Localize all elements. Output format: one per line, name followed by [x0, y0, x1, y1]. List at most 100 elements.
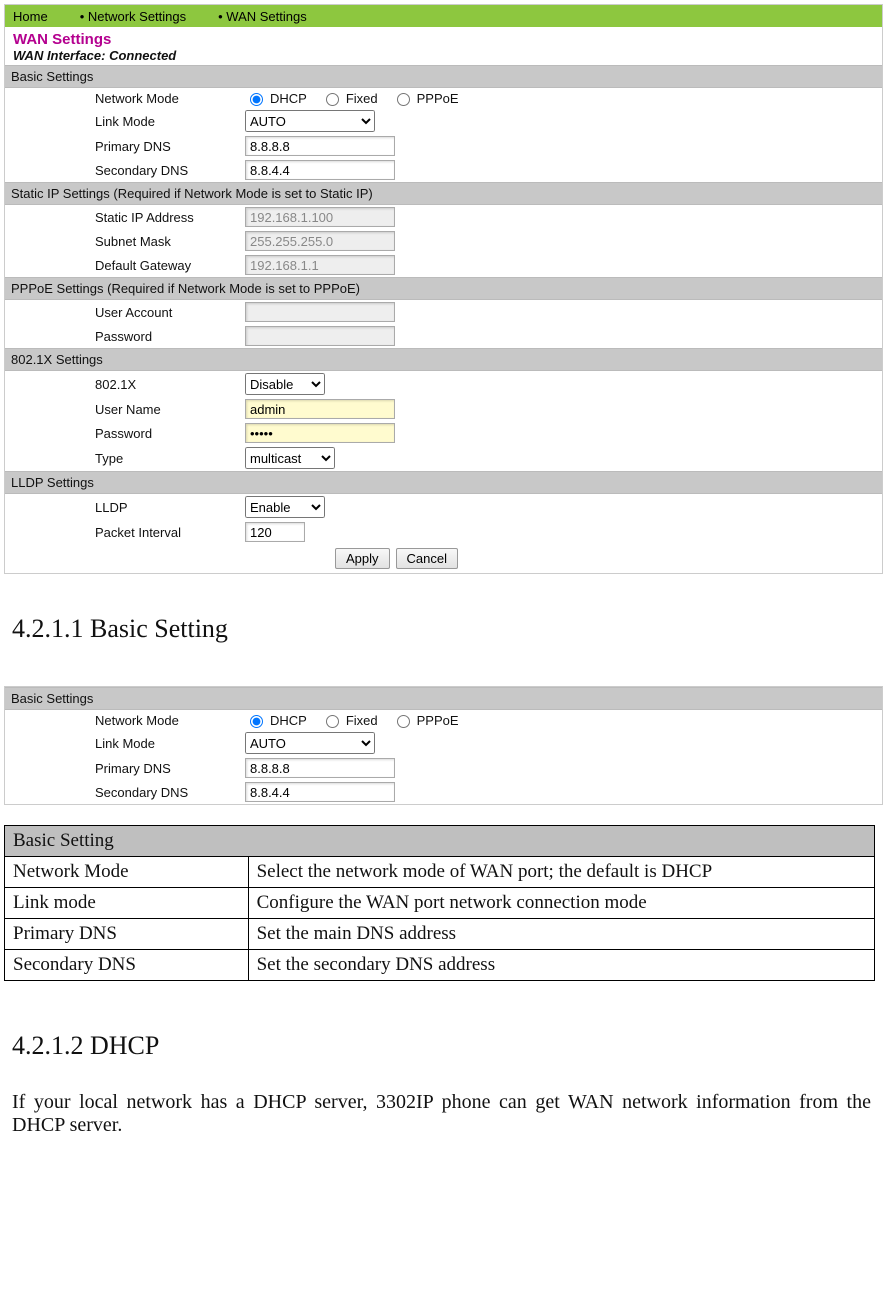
- label-lldp: LLDP: [5, 500, 245, 515]
- select-lldp[interactable]: Enable: [245, 496, 325, 518]
- row-8021x: 802.1X Disable: [5, 371, 882, 397]
- label-packet-interval: Packet Interval: [5, 525, 245, 540]
- config-panel: Home Network Settings WAN Settings WAN S…: [4, 4, 883, 574]
- label-8021x-password: Password: [5, 426, 245, 441]
- input-secondary-dns[interactable]: [245, 160, 395, 180]
- select-type[interactable]: multicast: [245, 447, 335, 469]
- label-user-account: User Account: [5, 305, 245, 320]
- row-static-ip: Static IP Address: [5, 205, 882, 229]
- table-cell-value: Set the main DNS address: [248, 919, 874, 950]
- table-cell-key: Link mode: [5, 888, 249, 919]
- label-8021x: 802.1X: [5, 377, 245, 392]
- radio-dhcp-label-2: DHCP: [270, 713, 307, 728]
- heading-dhcp: 4.2.1.2 DHCP: [12, 1031, 877, 1061]
- label-network-mode-2: Network Mode: [5, 713, 245, 728]
- radio-pppoe[interactable]: [397, 93, 410, 106]
- table-row: Link mode Configure the WAN port network…: [5, 888, 875, 919]
- radio-dhcp-label: DHCP: [270, 91, 307, 106]
- select-link-mode[interactable]: AUTO: [245, 110, 375, 132]
- select-8021x[interactable]: Disable: [245, 373, 325, 395]
- label-user-name: User Name: [5, 402, 245, 417]
- row-type: Type multicast: [5, 445, 882, 471]
- basic-settings-panel: Basic Settings Network Mode DHCP Fixed P…: [4, 686, 883, 805]
- table-cell-key: Primary DNS: [5, 919, 249, 950]
- label-gateway: Default Gateway: [5, 258, 245, 273]
- label-primary-dns: Primary DNS: [5, 139, 245, 154]
- input-primary-dns[interactable]: [245, 136, 395, 156]
- doc-section-dhcp: 4.2.1.2 DHCP If your local network has a…: [0, 981, 889, 1169]
- radio-fixed-2[interactable]: [326, 715, 339, 728]
- section-static-ip: Static IP Settings (Required if Network …: [5, 182, 882, 205]
- row-user-account: User Account: [5, 300, 882, 324]
- table-header-row: Basic Setting: [5, 826, 875, 857]
- radio-fixed[interactable]: [326, 93, 339, 106]
- heading-basic-setting: 4.2.1.1 Basic Setting: [12, 614, 877, 644]
- label-secondary-dns: Secondary DNS: [5, 163, 245, 178]
- label-secondary-dns-2: Secondary DNS: [5, 785, 245, 800]
- breadcrumb-home[interactable]: Home: [13, 9, 48, 24]
- row-8021x-password: Password: [5, 421, 882, 445]
- doc-section-basic: 4.2.1.1 Basic Setting: [0, 574, 889, 656]
- row-subnet: Subnet Mask: [5, 229, 882, 253]
- input-primary-dns-2[interactable]: [245, 758, 395, 778]
- row-user-name: User Name: [5, 397, 882, 421]
- label-pppoe-password: Password: [5, 329, 245, 344]
- input-8021x-password[interactable]: [245, 423, 395, 443]
- radio-dhcp[interactable]: [250, 93, 263, 106]
- description-table: Basic Setting Network Mode Select the ne…: [4, 825, 875, 981]
- input-pppoe-password: [245, 326, 395, 346]
- table-row: Secondary DNS Set the secondary DNS addr…: [5, 950, 875, 981]
- row-pppoe-password: Password: [5, 324, 882, 348]
- table-row: Primary DNS Set the main DNS address: [5, 919, 875, 950]
- label-link-mode: Link Mode: [5, 114, 245, 129]
- table-cell-value: Select the network mode of WAN port; the…: [248, 857, 874, 888]
- apply-button[interactable]: Apply: [335, 548, 390, 569]
- row-primary-dns-2: Primary DNS: [5, 756, 882, 780]
- interface-status: WAN Interface: Connected: [5, 48, 882, 65]
- radio-fixed-label-2: Fixed: [346, 713, 378, 728]
- breadcrumb-network-settings[interactable]: Network Settings: [80, 9, 186, 24]
- cancel-button[interactable]: Cancel: [396, 548, 458, 569]
- label-subnet: Subnet Mask: [5, 234, 245, 249]
- input-user-name[interactable]: [245, 399, 395, 419]
- table-row: Network Mode Select the network mode of …: [5, 857, 875, 888]
- row-secondary-dns: Secondary DNS: [5, 158, 882, 182]
- input-gateway: [245, 255, 395, 275]
- label-type: Type: [5, 451, 245, 466]
- radio-pppoe-2[interactable]: [397, 715, 410, 728]
- table-cell-key: Secondary DNS: [5, 950, 249, 981]
- row-secondary-dns-2: Secondary DNS: [5, 780, 882, 804]
- input-user-account: [245, 302, 395, 322]
- row-primary-dns: Primary DNS: [5, 134, 882, 158]
- label-static-ip: Static IP Address: [5, 210, 245, 225]
- page-title: WAN Settings: [5, 27, 882, 48]
- label-network-mode: Network Mode: [5, 91, 245, 106]
- input-static-ip: [245, 207, 395, 227]
- input-secondary-dns-2[interactable]: [245, 782, 395, 802]
- label-link-mode-2: Link Mode: [5, 736, 245, 751]
- row-link-mode-2: Link Mode AUTO: [5, 730, 882, 756]
- button-row: Apply Cancel: [335, 544, 882, 573]
- table-title: Basic Setting: [5, 826, 875, 857]
- paragraph-dhcp: If your local network has a DHCP server,…: [12, 1091, 877, 1137]
- row-lldp: LLDP Enable: [5, 494, 882, 520]
- row-packet-interval: Packet Interval: [5, 520, 882, 544]
- section-8021x: 802.1X Settings: [5, 348, 882, 371]
- section-basic-2: Basic Settings: [5, 687, 882, 710]
- section-basic: Basic Settings: [5, 65, 882, 88]
- section-pppoe: PPPoE Settings (Required if Network Mode…: [5, 277, 882, 300]
- radio-fixed-label: Fixed: [346, 91, 378, 106]
- radio-dhcp-2[interactable]: [250, 715, 263, 728]
- breadcrumb-wan-settings[interactable]: WAN Settings: [218, 9, 307, 24]
- radio-pppoe-label-2: PPPoE: [417, 713, 459, 728]
- label-primary-dns-2: Primary DNS: [5, 761, 245, 776]
- select-link-mode-2[interactable]: AUTO: [245, 732, 375, 754]
- row-network-mode: Network Mode DHCP Fixed PPPoE: [5, 88, 882, 108]
- table-cell-value: Configure the WAN port network connectio…: [248, 888, 874, 919]
- input-packet-interval[interactable]: [245, 522, 305, 542]
- table-cell-key: Network Mode: [5, 857, 249, 888]
- row-gateway: Default Gateway: [5, 253, 882, 277]
- row-network-mode-2: Network Mode DHCP Fixed PPPoE: [5, 710, 882, 730]
- table-cell-value: Set the secondary DNS address: [248, 950, 874, 981]
- breadcrumb: Home Network Settings WAN Settings: [5, 5, 882, 27]
